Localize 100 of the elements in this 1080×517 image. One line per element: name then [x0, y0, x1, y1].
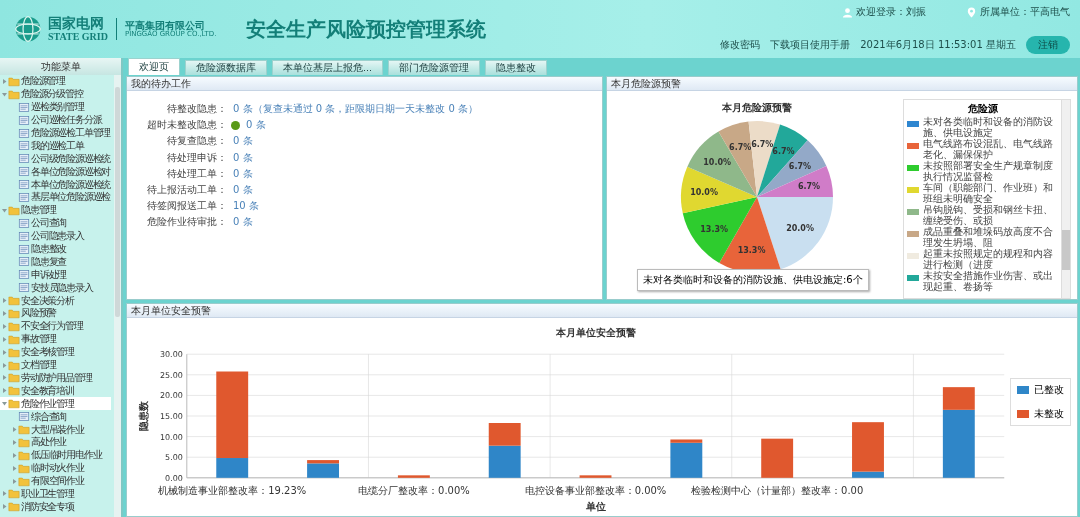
panel-title: 本月单位安全预警	[127, 304, 1077, 318]
folder-icon	[18, 436, 30, 448]
todo-count-link[interactable]: 0 条	[233, 150, 253, 165]
folder-tree-item[interactable]: 大型吊装作业	[0, 423, 111, 436]
page-tree-item[interactable]: 安技员隐患录入	[0, 281, 111, 295]
folder-tree-item[interactable]: 安全考核管理	[0, 345, 111, 359]
folder-tree-item[interactable]: 有限空间作业	[0, 474, 111, 488]
todo-label: 待整改隐患：	[166, 102, 227, 117]
legend-label: 电气线路布设混乱、电气线路老化、漏保保护	[923, 139, 1054, 160]
page-tree-item[interactable]: 本单位危险源巡检统	[0, 178, 111, 191]
folder-icon	[8, 372, 20, 384]
todo-count-link[interactable]: 10 条	[233, 199, 259, 214]
todo-count-link[interactable]: 0 条	[233, 183, 253, 198]
axis-tick-label: 25.00	[160, 370, 183, 380]
todo-count-link[interactable]: 0 条	[233, 215, 253, 230]
page-tree-item[interactable]: 公司隐患录入	[0, 229, 111, 243]
header-link[interactable]: 修改密码	[720, 38, 761, 52]
scrollbar[interactable]	[1061, 100, 1070, 298]
location-pin-icon	[966, 6, 977, 18]
page-tree-item[interactable]: 隐患复查	[0, 255, 111, 269]
page-tree-item[interactable]: 各单位危险源巡检对	[0, 165, 111, 179]
logout-button[interactable]: 注销	[1026, 36, 1070, 54]
folder-tree-item[interactable]: 高处作业	[0, 435, 111, 449]
folder-tree-item[interactable]: 风险预警	[0, 307, 111, 320]
folder-icon	[8, 488, 20, 500]
page-icon	[18, 101, 30, 113]
page-icon	[18, 140, 30, 152]
folder-tree-item[interactable]: 劳动防护用品管理	[0, 371, 111, 385]
page-tree-item[interactable]: 公司查询	[0, 216, 111, 230]
tab[interactable]: 危险源数据库	[185, 60, 267, 75]
legend-label: 起重未按照规定的规程和内容进行检测（进度	[923, 249, 1054, 270]
tab[interactable]: 欢迎页	[128, 58, 180, 75]
todo-count-link[interactable]: 0 条（复查未通过 0 条，距限期日期一天未整改 0 条）	[233, 102, 478, 117]
folder-icon	[18, 462, 30, 474]
folder-icon	[8, 88, 20, 100]
legend-label: 未对各类临时和设备的消防设施、供电设施定	[923, 117, 1054, 138]
folder-icon	[8, 398, 20, 410]
folder-tree-item[interactable]: 文档管理	[0, 358, 111, 372]
todo-label: 待处理申诉：	[166, 150, 227, 165]
folder-tree-item[interactable]: 危险作业管理	[0, 397, 111, 411]
todo-label: 待上报活动工单：	[146, 183, 227, 198]
slice-label: 13.3%	[737, 245, 766, 255]
page-tree-item[interactable]: 综合查询	[0, 410, 111, 424]
page-icon	[18, 217, 30, 229]
folder-tree-item[interactable]: 危险源分级管控	[0, 87, 111, 101]
folder-tree-item[interactable]: 危险源管理	[0, 75, 111, 88]
page-icon	[18, 256, 30, 268]
axis-tick-label: 30.00	[160, 350, 183, 360]
slice-label: 6.7%	[772, 146, 795, 156]
todo-count-link[interactable]: 0 条	[246, 118, 266, 133]
page-icon	[18, 282, 30, 294]
category-label: 检验检测中心（计量部）整改率：0.00	[691, 484, 864, 496]
slice-label: 6.7%	[788, 161, 812, 171]
todo-label: 危险作业待审批：	[146, 215, 227, 230]
page-tree-item[interactable]: 公司级危险源巡检统	[0, 152, 111, 166]
tab[interactable]: 本单位基层上报危...	[272, 60, 384, 75]
slice-label: 6.7%	[729, 142, 752, 152]
folder-tree-item[interactable]: 安全决策分析	[0, 294, 111, 308]
tab[interactable]: 隐患整改	[485, 60, 548, 75]
globe-logo-icon	[14, 15, 42, 43]
page-tree-item[interactable]: 公司巡检任务分派	[0, 113, 111, 127]
todo-count-link[interactable]: 0 条	[233, 134, 253, 149]
slice-label: 10.0%	[703, 157, 732, 167]
page-icon	[18, 153, 30, 165]
folder-icon	[18, 449, 30, 461]
page-icon	[18, 114, 30, 126]
header-link[interactable]: 下载项目使用手册	[770, 38, 851, 52]
page-tree-item[interactable]: 巡检类别管理	[0, 100, 111, 114]
folder-tree-item[interactable]: 职业卫生管理	[0, 487, 111, 501]
folder-tree-item[interactable]: 低压临时用电作业	[0, 448, 111, 462]
tab[interactable]: 部门危险源管理	[388, 60, 481, 75]
folder-tree-item[interactable]: 临时动火作业	[0, 461, 111, 475]
folder-tree-item[interactable]: 安全教育培训	[0, 384, 111, 398]
page-tree-item[interactable]: 我的巡检工单	[0, 139, 111, 153]
legend-label: 已整改	[1034, 383, 1064, 397]
category-label: 电控设备事业部整改率：0.00%	[524, 484, 667, 496]
page-tree-item[interactable]: 基层单位危险源巡检	[0, 191, 111, 204]
folder-icon	[18, 475, 30, 487]
category-label: 机械制造事业部整改率：19.23%	[158, 484, 307, 496]
folder-tree-item[interactable]: 事故管理	[0, 332, 111, 346]
slice-label: 13.3%	[700, 224, 728, 234]
caret-icon[interactable]	[1, 206, 8, 214]
bar	[579, 475, 612, 478]
legend-label: 未整改	[1034, 407, 1064, 421]
legend-label: 成品重叠和堆垛码放高度不合理发生坍塌、阻	[923, 227, 1054, 248]
page-icon	[18, 179, 30, 191]
page-tree-item[interactable]: 申诉处理	[0, 268, 111, 282]
page-tree-item[interactable]: 隐患整改	[0, 242, 111, 256]
chart-title: 本月危险源预警	[722, 101, 792, 115]
folder-tree-item[interactable]: 不安全行为管理	[0, 319, 111, 333]
folder-tree-item[interactable]: 隐患管理	[0, 203, 111, 217]
folder-tree-item[interactable]: 消防安全专项	[0, 500, 111, 514]
todo-count-link[interactable]: 0 条	[233, 166, 253, 181]
todo-label: 待复查隐患：	[166, 134, 227, 149]
scrollbar[interactable]	[114, 75, 121, 517]
legend-swatch	[1017, 386, 1029, 394]
page-tree-item[interactable]: 危险源巡检工单管理	[0, 126, 111, 140]
axis-tick-label: 0.00	[165, 473, 183, 483]
page-icon	[18, 166, 30, 178]
axis-tick-label: 5.00	[165, 453, 183, 463]
